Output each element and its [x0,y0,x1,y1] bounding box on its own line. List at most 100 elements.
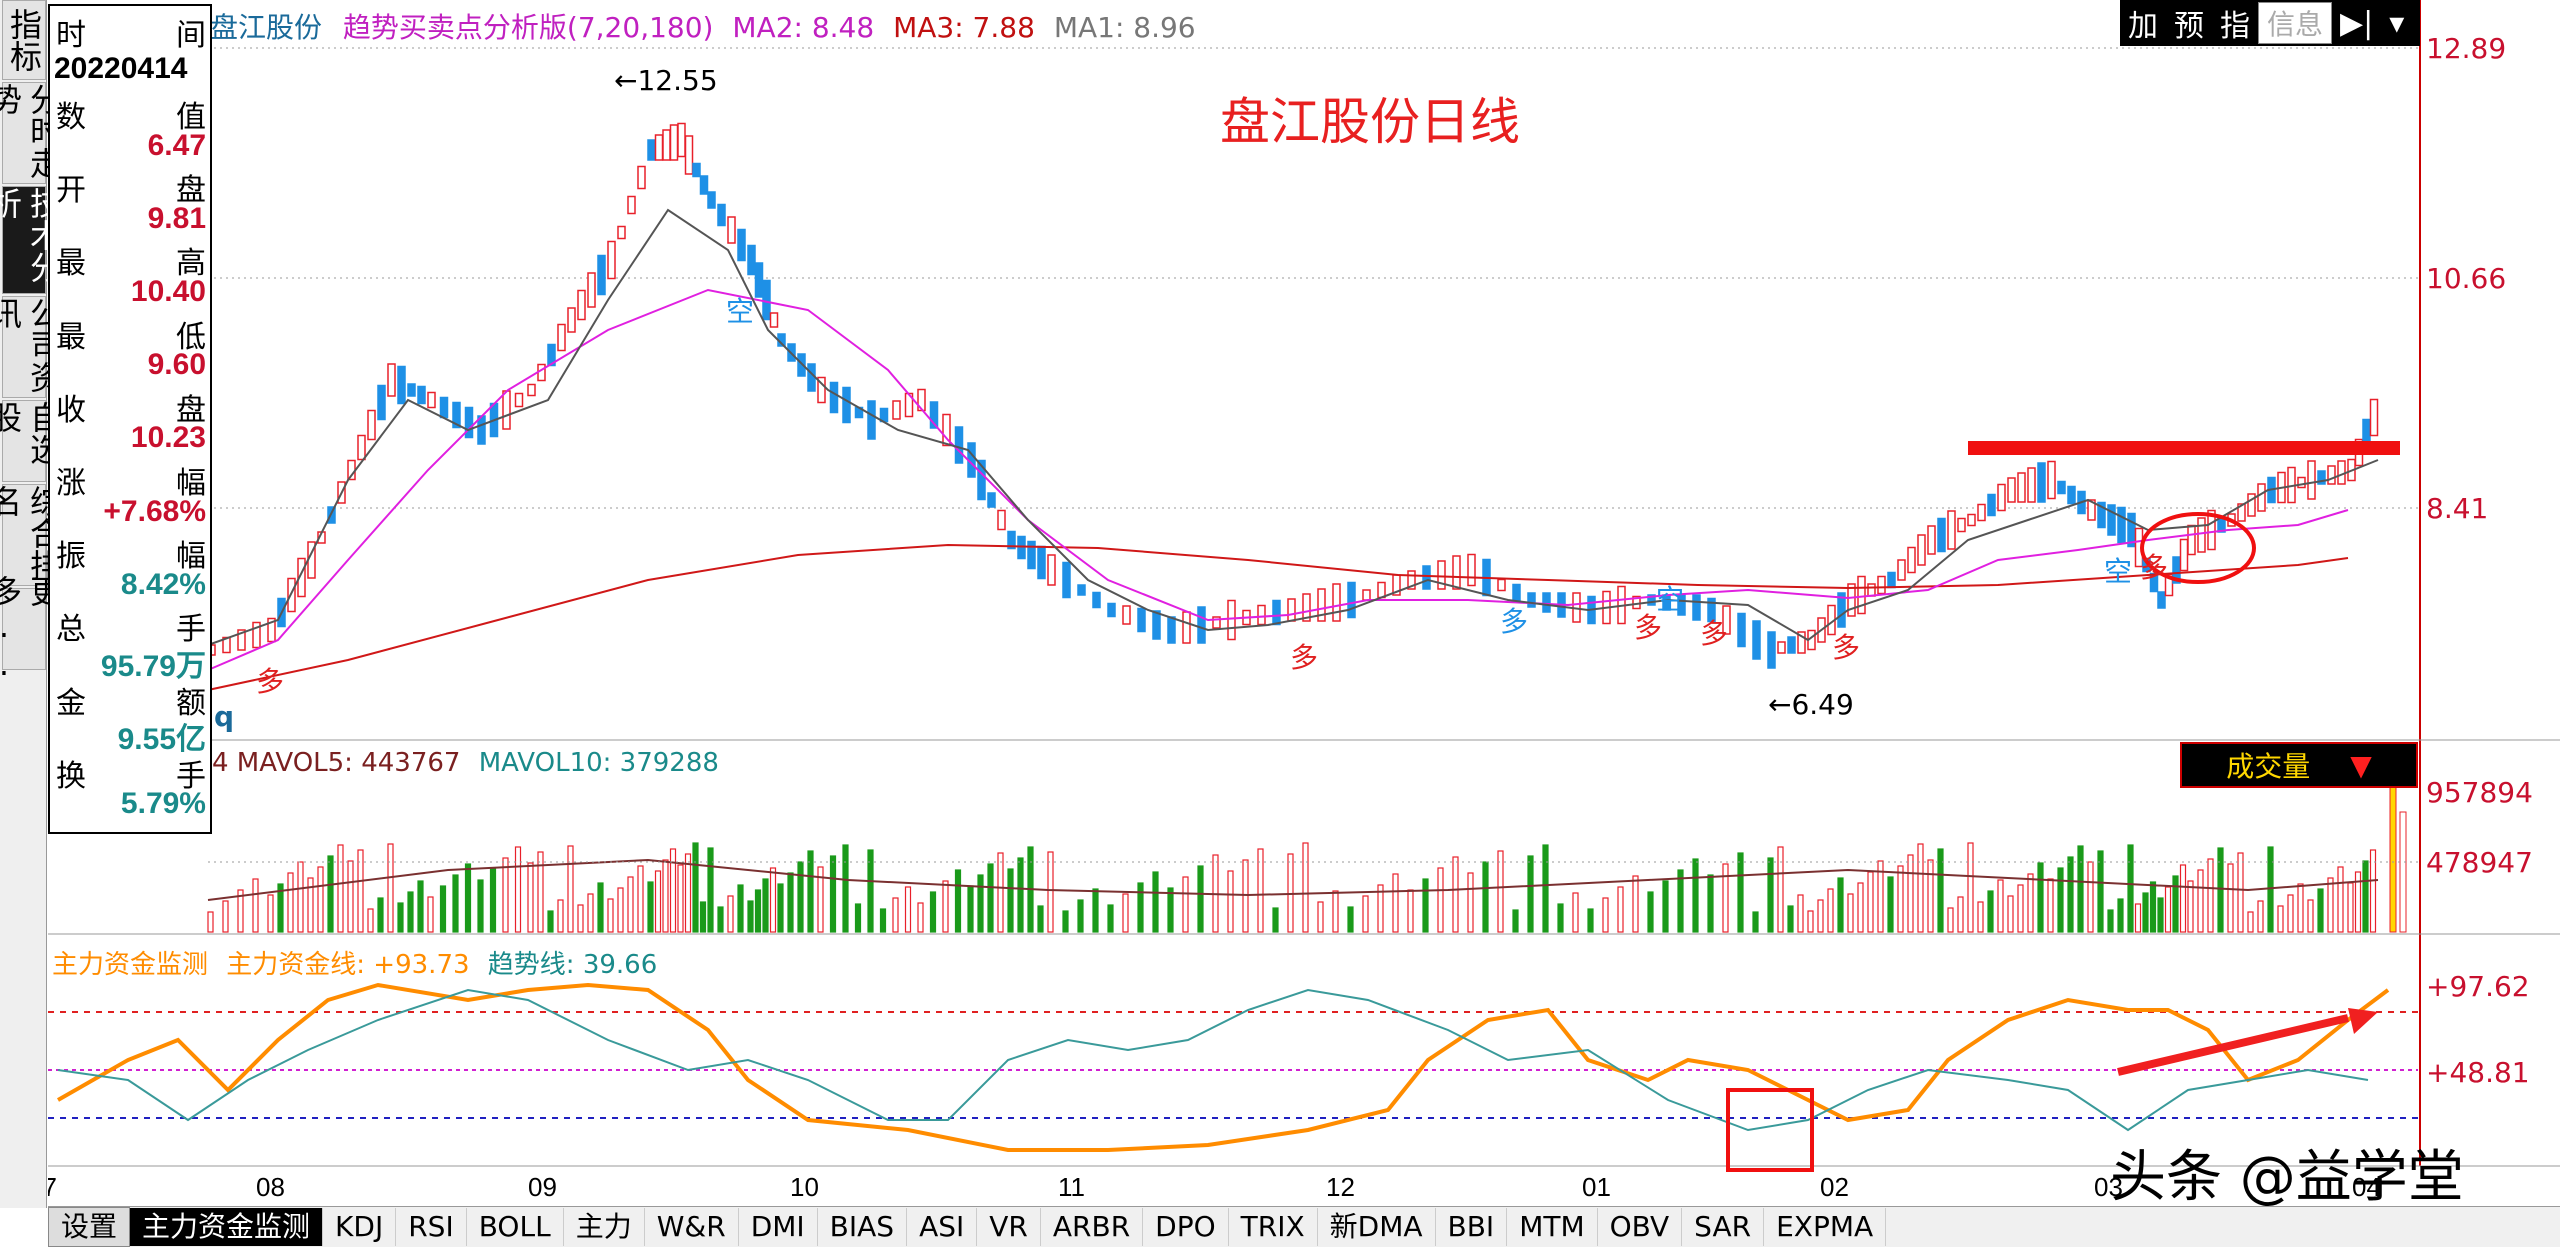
tab-0[interactable]: 设置 [48,1207,131,1247]
side-tab-ranking[interactable]: 综合排名 [0,484,63,586]
side-tab-more[interactable]: 更多.. [0,575,63,683]
tab-2[interactable]: KDJ [323,1208,397,1246]
volume-bar [2107,909,2114,933]
chart-title: 盘江股份日线 [1220,93,1520,151]
side-tab-intraday[interactable]: 分时走势 [0,82,63,184]
volume-bar [1062,910,1069,933]
volume-bar [829,855,837,933]
info-row: 8.42% [50,568,210,604]
candle [669,124,679,161]
side-tab-indicator[interactable]: 指标 [2,0,46,80]
tab-12[interactable]: DPO [1143,1208,1229,1246]
candle [617,225,626,240]
tab-10[interactable]: VR [977,1208,1041,1246]
candle [1957,517,1966,533]
tab-9[interactable]: ASI [907,1208,978,1246]
tab-19[interactable]: EXPMA [1764,1208,1887,1246]
volume-bar [2057,867,2064,933]
x-tick-label: 10 [790,1172,819,1202]
volume-bar [2217,847,2224,933]
tab-16[interactable]: MTM [1507,1208,1598,1246]
volume-bar [2337,866,2344,933]
side-tab-watchlist[interactable]: 自选股 [0,400,63,482]
volume-bar [1332,890,1339,933]
volume-bar [1737,852,1744,933]
tab-1[interactable]: 主力资金监测 [130,1208,324,1246]
candle [1257,604,1266,626]
candle [587,272,596,308]
volume-bar [747,900,754,933]
volume-bar [737,884,744,933]
info-value: 8.42% [120,567,206,601]
x-axis-ticks: 07080910111201020304 [48,1172,2381,1202]
candle [1332,583,1341,622]
q-marker: q [214,700,235,733]
high-annotation: ←12.55 [614,64,718,97]
info-button[interactable]: 信息 [2258,2,2333,44]
candle [1287,598,1296,622]
candle [627,195,636,215]
volume-bar [367,908,374,933]
candle [637,165,646,190]
info-row: 10.23 [50,421,210,457]
info-row: 换手 [50,751,210,794]
candle [2187,524,2196,556]
volume-bar [1602,897,1609,933]
candle [514,392,524,408]
volume-bar [2007,895,2014,933]
volume-header: 4 MAVOL5: 443767 MAVOL10: 379288 [212,748,719,778]
tab-17[interactable]: OBV [1598,1208,1683,1246]
candle [829,381,839,414]
tab-8[interactable]: BIAS [818,1208,908,1246]
tab-13[interactable]: TRIX [1229,1208,1318,1246]
add-button[interactable]: 加 [2120,1,2166,45]
index-button[interactable]: 指 [2212,1,2258,45]
low-value: 6.49 [1791,688,1854,721]
volume-bar [987,863,994,933]
tab-15[interactable]: BBI [1436,1208,1508,1246]
candle [1512,583,1521,602]
volume-bar [1967,842,1974,933]
candle [892,400,901,420]
tab-5[interactable]: 主力 [564,1208,645,1246]
volume-bar [2097,850,2104,933]
candle [1787,636,1796,654]
volume-bar [1997,879,2004,933]
tab-14[interactable]: 新DMA [1318,1208,1436,1246]
candle [647,139,656,161]
volume-bar [1497,850,1504,933]
candle [2369,398,2379,437]
tab-6[interactable]: W&R [645,1208,739,1246]
candle [1752,620,1761,660]
candle [1077,584,1086,596]
tab-4[interactable]: BOLL [467,1208,564,1246]
volume-bar [489,868,497,933]
volume-bar [1977,901,1984,933]
tab-3[interactable]: RSI [396,1208,467,1246]
volume-bar [2297,883,2304,933]
x-tick-label: 12 [1326,1172,1355,1202]
side-tab-company-news[interactable]: 公司资讯 [0,296,63,398]
candle [1422,565,1431,590]
expand-icon[interactable]: ▶| [2332,6,2381,41]
volume-bar [917,902,924,933]
volume-bar [2142,892,2149,933]
volume-bar [797,861,804,933]
volume-indicator-dropdown[interactable]: 成交量 ▼ [2180,742,2418,788]
info-value: 9.60 [147,348,206,382]
tab-7[interactable]: DMI [739,1208,818,1246]
volume-bar [2207,858,2214,933]
indicator-name: 趋势买卖点分析版(7,20,180) [342,11,714,44]
candle [597,254,606,296]
time-label: 时 [56,18,86,53]
side-tab-technical[interactable]: 技术分析 [0,186,63,294]
alert-button[interactable]: 预 [2166,1,2212,45]
candle [954,426,964,464]
candle [1887,571,1896,589]
volume-bar [637,865,644,933]
chevron-down-icon[interactable]: ▾ [2381,6,2412,41]
tab-11[interactable]: ARBR [1041,1208,1144,1246]
tab-18[interactable]: SAR [1682,1208,1765,1246]
signal-long-5: 多 [1832,631,1861,664]
volume-bar [1707,874,1714,933]
